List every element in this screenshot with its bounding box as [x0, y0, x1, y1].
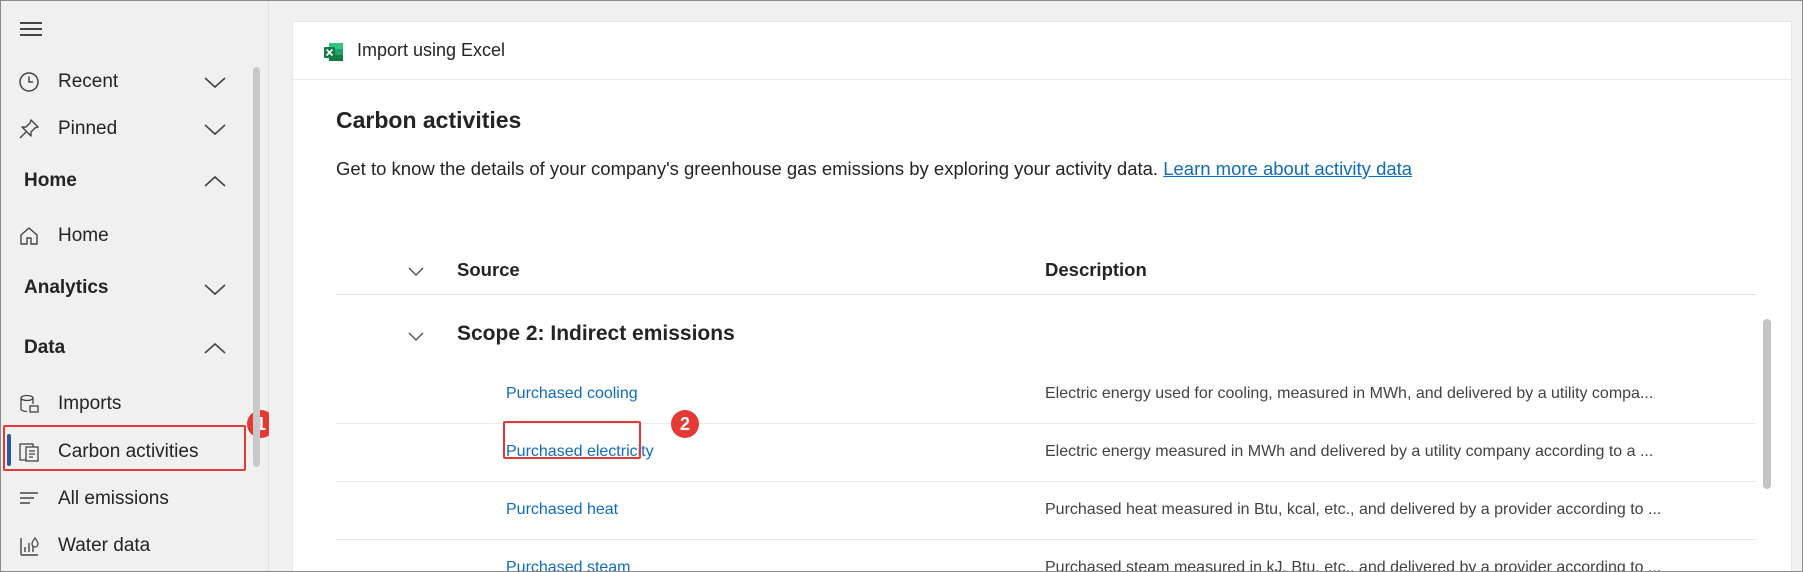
sidebar-item-home[interactable]: Home: [1, 216, 251, 256]
page-title: Carbon activities: [336, 107, 522, 133]
sidebar-item-label: Recent: [58, 71, 119, 92]
annotation-badge-2: 2: [671, 410, 699, 438]
column-header-description[interactable]: Description: [1045, 259, 1147, 281]
content-scrollbar[interactable]: [1763, 319, 1771, 489]
sidebar-item-water-data[interactable]: Water data: [1, 526, 251, 566]
sidebar-section-data[interactable]: Data: [1, 329, 251, 369]
sidebar-item-label: All emissions: [58, 488, 169, 509]
import-excel-button[interactable]: Import using Excel: [357, 40, 505, 61]
chevron-down-icon[interactable]: [201, 115, 229, 143]
sidebar-item-label: Imports: [58, 393, 122, 414]
collapse-all-chevron-icon[interactable]: [406, 261, 426, 281]
page-description: Get to know the details of your company'…: [336, 158, 1412, 180]
content-panel: Import using Excel Carbon activities Get…: [292, 21, 1792, 572]
row-description: Electric energy used for cooling, measur…: [1045, 385, 1654, 402]
row-description: Purchased steam measured in kJ, Btu, etc…: [1045, 559, 1662, 572]
chevron-down-icon[interactable]: [201, 68, 229, 96]
table-row[interactable]: Purchased cooling Electric energy used f…: [336, 366, 1756, 424]
grid-header: Source Description: [336, 245, 1756, 295]
pin-icon: [17, 117, 41, 141]
clock-icon: [17, 70, 41, 94]
chevron-down-icon[interactable]: [201, 275, 229, 303]
description-text: Get to know the details of your company'…: [336, 158, 1159, 179]
database-icon: [17, 392, 41, 416]
sidebar-item-recent[interactable]: Recent: [1, 62, 251, 102]
water-chart-icon: [17, 534, 41, 558]
hamburger-menu-icon[interactable]: [20, 19, 42, 39]
table-row[interactable]: Purchased steam Purchased steam measured…: [336, 540, 1756, 572]
chevron-up-icon[interactable]: [201, 335, 229, 363]
sidebar-item-label: Water data: [58, 535, 151, 556]
highlight-box-carbon-activities: [3, 425, 246, 471]
source-link[interactable]: Purchased cooling: [506, 385, 638, 403]
excel-icon[interactable]: [323, 41, 345, 63]
group-chevron-down-icon[interactable]: [406, 326, 426, 346]
table-row[interactable]: Purchased heat Purchased heat measured i…: [336, 482, 1756, 540]
lines-icon: [17, 487, 41, 511]
learn-more-link[interactable]: Learn more about activity data: [1163, 158, 1412, 179]
main-content: Import using Excel Carbon activities Get…: [269, 1, 1802, 572]
sidebar: Recent Pinned Home Home Analytics Data I…: [1, 1, 275, 571]
sidebar-section-home[interactable]: Home: [1, 162, 251, 202]
command-bar: Import using Excel: [293, 22, 1791, 80]
sidebar-scrollbar[interactable]: [253, 67, 260, 467]
sidebar-item-label: Home: [58, 225, 109, 246]
home-icon: [17, 224, 41, 248]
app-window: Recent Pinned Home Home Analytics Data I…: [0, 0, 1803, 572]
chevron-up-icon[interactable]: [201, 168, 229, 196]
source-link[interactable]: Purchased steam: [506, 559, 631, 571]
sidebar-section-analytics[interactable]: Analytics: [1, 269, 251, 309]
row-description: Electric energy measured in MWh and deli…: [1045, 443, 1654, 460]
sidebar-item-all-emissions[interactable]: All emissions: [1, 479, 251, 519]
sidebar-item-pinned[interactable]: Pinned: [1, 109, 251, 149]
group-label: Scope 2: Indirect emissions: [457, 322, 735, 345]
highlight-box-purchased-electricity: [503, 421, 641, 459]
sidebar-item-imports[interactable]: Imports: [1, 384, 251, 424]
column-header-source[interactable]: Source: [457, 259, 520, 281]
group-row-scope-2: Scope 2: Indirect emissions: [336, 314, 1756, 358]
row-description: Purchased heat measured in Btu, kcal, et…: [1045, 501, 1662, 518]
sidebar-item-label: Pinned: [58, 118, 118, 139]
source-link[interactable]: Purchased heat: [506, 501, 618, 519]
